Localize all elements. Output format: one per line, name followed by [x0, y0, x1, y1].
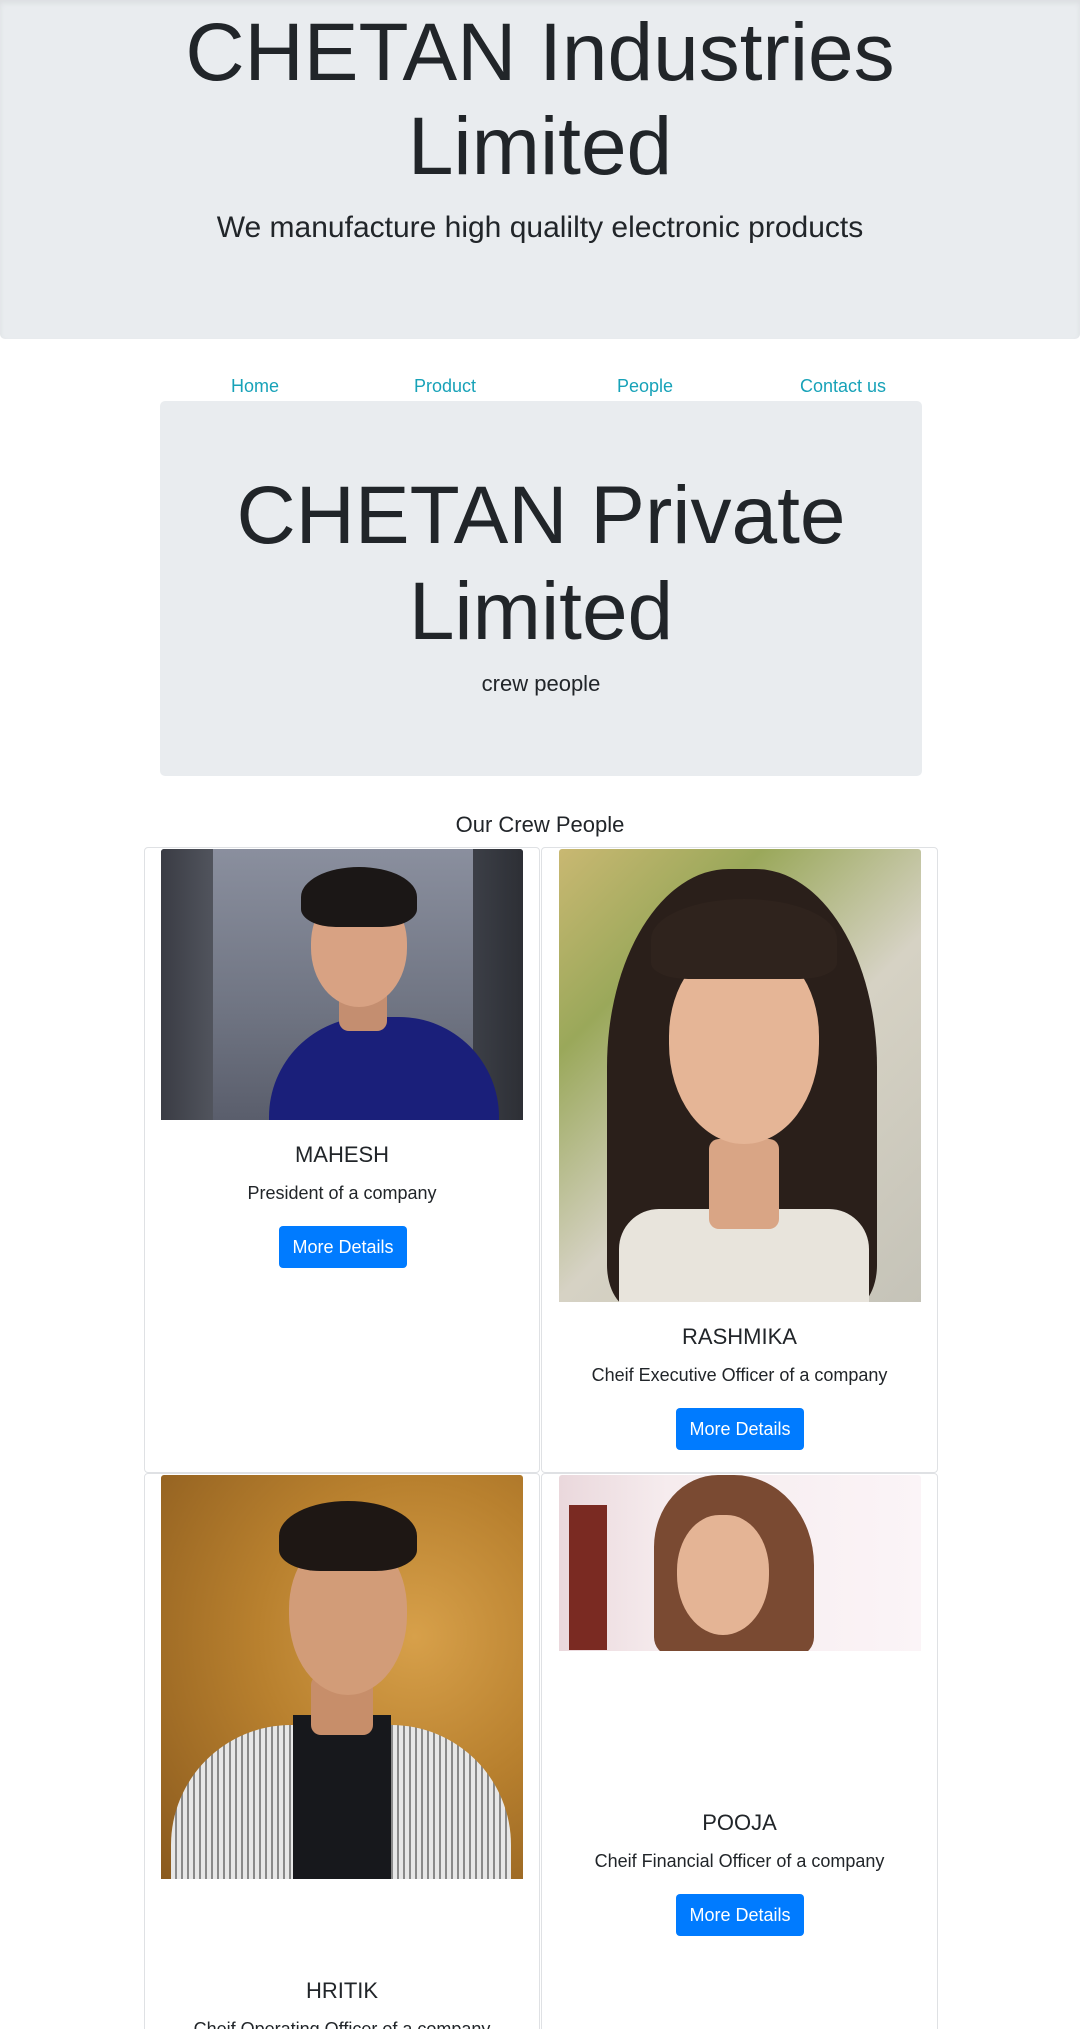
mahesh-photo [161, 849, 523, 1120]
hritik-photo [161, 1475, 523, 1879]
card-role: President of a company [247, 1183, 437, 1203]
hero-jumbotron: CHETAN Private Limited crew people [160, 401, 922, 776]
rashmika-photo [559, 849, 921, 1302]
crew-card-mahesh: MAHESH President of a company More Detai… [144, 847, 540, 1473]
company-tagline: We manufacture high qualilty electronic … [216, 211, 864, 244]
card-role: Cheif Financial Officer of a company [594, 1851, 885, 1871]
more-details-button[interactable]: More Details [676, 1408, 804, 1450]
nav-home-link[interactable]: Home [160, 372, 350, 400]
nav-contact-link[interactable]: Contact us [748, 372, 938, 400]
crew-card-rashmika: RASHMIKA Cheif Executive Officer of a co… [541, 847, 938, 1473]
card-name: HRITIK [305, 1978, 379, 2003]
hero-title-line1: CHETAN Private [236, 470, 846, 561]
crew-heading: Our Crew People [455, 812, 625, 837]
more-details-button[interactable]: More Details [279, 1226, 407, 1268]
card-name: RASHMIKA [682, 1324, 797, 1349]
card-role: Cheif Executive Officer of a company [591, 1365, 888, 1385]
main-nav: Home Product People Contact us [160, 372, 920, 402]
crew-card-hritik: HRITIK Cheif Operating Officer of a comp… [144, 1473, 540, 2029]
card-name: POOJA [702, 1810, 777, 1835]
company-title-line2: Limited [407, 101, 673, 192]
hero-title: CHETAN Private Limited [160, 468, 922, 660]
company-title-line1: CHETAN Industries [185, 7, 895, 98]
crew-card-pooja: POOJA Cheif Financial Officer of a compa… [541, 1473, 938, 2029]
card-name: MAHESH [294, 1142, 390, 1167]
hero-title-line2: Limited [408, 566, 674, 657]
company-title: CHETAN Industries Limited [0, 6, 1080, 194]
nav-people-link[interactable]: People [550, 372, 740, 400]
nav-product-link[interactable]: Product [350, 372, 540, 400]
card-role: Cheif Operating Officer of a company [193, 2019, 491, 2029]
header-jumbotron: CHETAN Industries Limited We manufacture… [0, 0, 1080, 339]
hero-subtitle: crew people [481, 671, 601, 696]
pooja-photo [559, 1475, 921, 1651]
more-details-button[interactable]: More Details [676, 1894, 804, 1936]
